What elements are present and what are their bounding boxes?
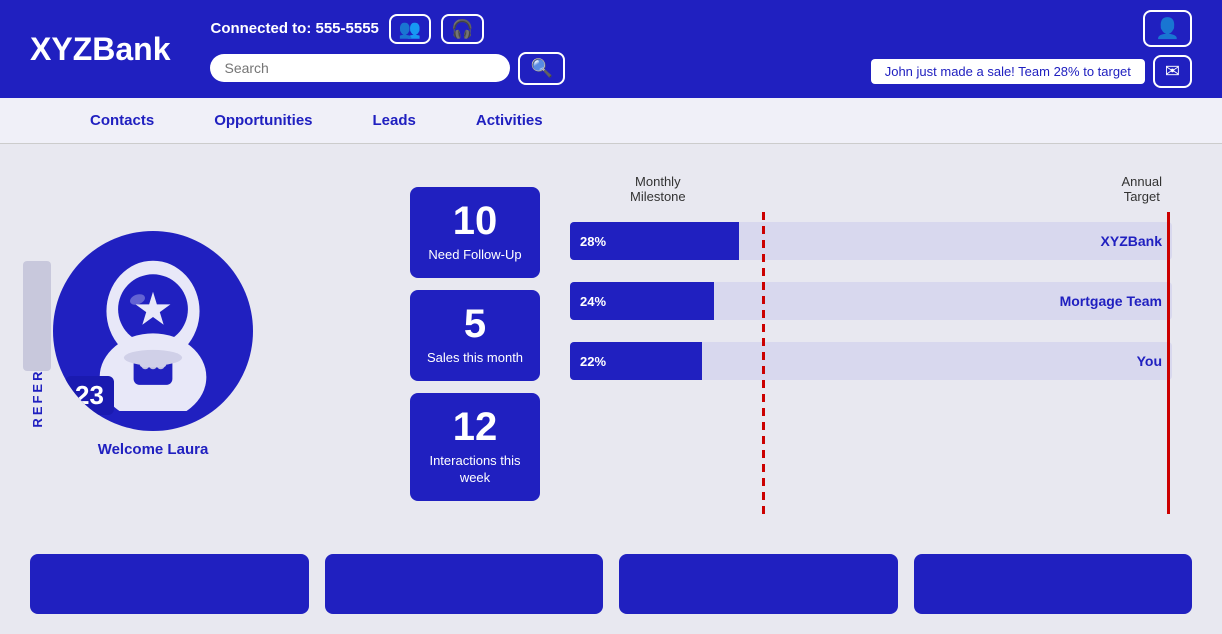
mail-button[interactable]: ✉	[1153, 55, 1192, 88]
nav-leads[interactable]: Leads	[343, 98, 446, 143]
interactions-number: 12	[420, 407, 530, 447]
search-button[interactable]: 🔍	[518, 52, 564, 85]
search-row: 🔍	[210, 52, 850, 85]
chart-panel: MonthlyMilestone AnnualTarget 28% XYZBan…	[560, 164, 1192, 524]
bottom-card-4[interactable]	[914, 554, 1193, 614]
avatar-circle: 23	[53, 231, 253, 431]
annual-target-label: AnnualTarget	[1122, 174, 1162, 204]
sales-number: 5	[420, 304, 530, 344]
sales-label: Sales this month	[420, 350, 530, 367]
connected-label: Connected to: 555-5555	[210, 20, 378, 37]
bar-bg-you: 22% You	[570, 342, 1172, 380]
you-pct: 22%	[580, 354, 606, 369]
logo: XYZBank	[30, 31, 170, 68]
followup-label: Need Follow-Up	[420, 247, 530, 264]
header-right: 👤 John just made a sale! Team 28% to tar…	[871, 10, 1192, 88]
bar-bg-xyzbank: 28% XYZBank	[570, 222, 1172, 260]
monthly-milestone-label: MonthlyMilestone	[630, 174, 686, 204]
notification-bar: John just made a sale! Team 28% to targe…	[871, 55, 1192, 88]
bar-row-mortgage: 24% Mortgage Team	[570, 282, 1172, 320]
bar-fill-you: 22%	[570, 342, 702, 380]
monthly-milestone-line	[762, 212, 765, 514]
you-label: You	[1137, 353, 1162, 369]
connected-row: Connected to: 555-5555 👥 🎧	[210, 14, 850, 44]
stat-card-sales: 5 Sales this month	[410, 290, 540, 381]
followup-number: 10	[420, 201, 530, 241]
bar-fill-xyzbank: 28%	[570, 222, 739, 260]
referral-bar	[23, 261, 51, 371]
main-content: REFERRAL POINTS	[0, 144, 1222, 544]
search-input[interactable]	[210, 54, 510, 82]
bar-fill-mortgage: 24%	[570, 282, 714, 320]
interactions-label: Interactions this week	[420, 453, 530, 487]
notification-text: John just made a sale! Team 28% to targe…	[871, 59, 1145, 84]
bar-row-you: 22% You	[570, 342, 1172, 380]
chart-bars-area: 28% XYZBank 24% Mortgage Team 22	[570, 212, 1172, 514]
stat-card-followup: 10 Need Follow-Up	[410, 187, 540, 278]
stats-panel: 10 Need Follow-Up 5 Sales this month 12 …	[410, 164, 540, 524]
bottom-card-3[interactable]	[619, 554, 898, 614]
bottom-cards	[0, 544, 1222, 634]
profile-button[interactable]: 👤	[1143, 10, 1192, 47]
mortgage-pct: 24%	[580, 294, 606, 309]
navigation: Contacts Opportunities Leads Activities	[0, 98, 1222, 144]
nav-activities[interactable]: Activities	[446, 98, 573, 143]
left-panel: REFERRAL POINTS	[30, 164, 390, 524]
group-icon-button[interactable]: 👥	[389, 14, 431, 44]
annual-target-line	[1167, 212, 1170, 514]
chart-header: MonthlyMilestone AnnualTarget	[570, 174, 1172, 204]
headset-icon-button[interactable]: 🎧	[441, 14, 483, 44]
welcome-text: Welcome Laura	[98, 441, 209, 458]
header: XYZBank Connected to: 555-5555 👥 🎧 🔍 👤 J…	[0, 0, 1222, 98]
nav-opportunities[interactable]: Opportunities	[184, 98, 342, 143]
xyzbank-label: XYZBank	[1101, 233, 1162, 249]
nav-contacts[interactable]: Contacts	[60, 98, 184, 143]
bar-bg-mortgage: 24% Mortgage Team	[570, 282, 1172, 320]
xyzbank-pct: 28%	[580, 234, 606, 249]
points-badge: 23	[65, 376, 114, 415]
bar-row-xyzbank: 28% XYZBank	[570, 222, 1172, 260]
stat-card-interactions: 12 Interactions this week	[410, 393, 540, 501]
mortgage-label: Mortgage Team	[1060, 293, 1162, 309]
header-center: Connected to: 555-5555 👥 🎧 🔍	[210, 14, 850, 85]
bottom-card-2[interactable]	[325, 554, 604, 614]
bottom-card-1[interactable]	[30, 554, 309, 614]
